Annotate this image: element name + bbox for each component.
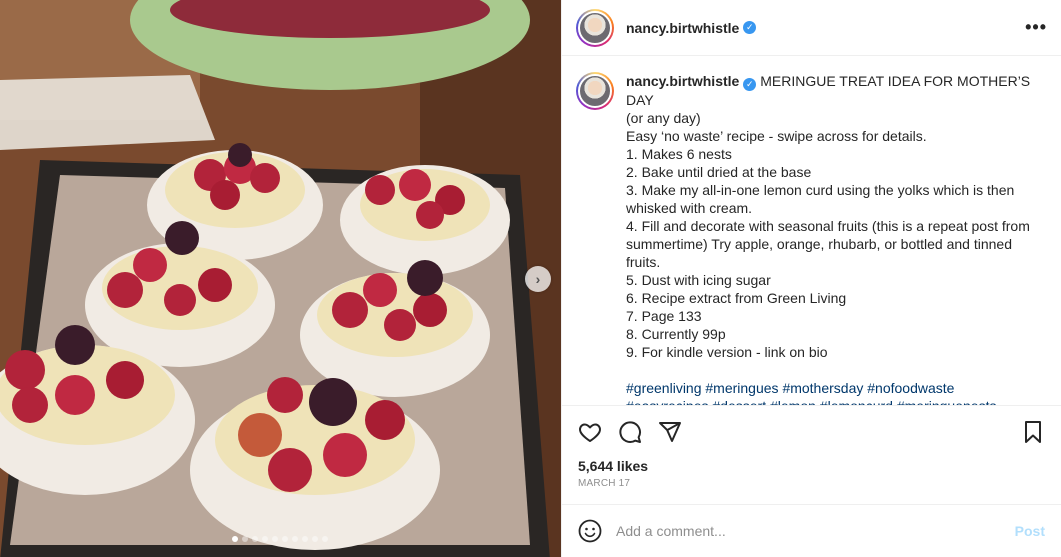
caption-line: 8. Currently 99p — [626, 326, 726, 342]
avatar-image — [578, 10, 612, 45]
hashtags: #greenliving #meringues #mothersday #nof… — [626, 379, 1047, 405]
carousel-dot — [272, 536, 278, 542]
bookmark-icon[interactable] — [1021, 420, 1045, 444]
more-options-icon[interactable]: ••• — [1025, 17, 1047, 38]
caption-line: 1. Makes 6 nests — [626, 146, 732, 162]
caption-author-avatar[interactable] — [576, 72, 614, 110]
heart-icon[interactable] — [578, 420, 602, 444]
hashtag-link[interactable]: #meringues — [705, 380, 778, 396]
carousel-dot — [322, 536, 328, 542]
comment-icon[interactable] — [618, 420, 642, 444]
hashtag-link[interactable]: #dessert — [712, 398, 766, 405]
hashtag-link[interactable]: #nofoodwaste — [867, 380, 954, 396]
comment-bar: Post — [562, 504, 1061, 557]
share-icon[interactable] — [658, 420, 682, 444]
comment-input[interactable] — [616, 523, 1015, 539]
caption-section: nancy.birtwhistle ✓ MERINGUE TREAT IDEA F… — [562, 56, 1061, 406]
emoji-icon[interactable] — [578, 519, 602, 543]
carousel-dot — [312, 536, 318, 542]
post-actions — [562, 406, 1061, 458]
caption-line: whisked with cream. — [626, 200, 753, 216]
hashtag-link[interactable]: #mothersday — [782, 380, 863, 396]
post-date[interactable]: MARCH 17 — [562, 474, 1061, 489]
caption-line: 3. Make my all-in-one lemon curd using t… — [626, 182, 1015, 198]
author-avatar[interactable] — [576, 8, 614, 47]
caption-line: 2. Bake until dried at the base — [626, 164, 812, 180]
hashtag-line: #easyrecipes #dessert #lemon #lemoncurd … — [626, 397, 1047, 405]
caption-line: 4. Fill and decorate with seasonal fruit… — [626, 218, 1030, 234]
caption-line: (or any day) — [626, 110, 701, 126]
meringue-nests-photo — [0, 0, 561, 557]
caption-line: 7. Page 133 — [626, 308, 702, 324]
post-image[interactable]: › — [0, 0, 561, 557]
carousel-indicator — [232, 536, 328, 542]
carousel-dot — [252, 536, 258, 542]
carousel-dot — [262, 536, 268, 542]
hashtag-line: #greenliving #meringues #mothersday #nof… — [626, 379, 1047, 397]
caption-line: fruits. — [626, 254, 661, 270]
nest-2 — [340, 165, 510, 275]
carousel-dot — [292, 536, 298, 542]
post-comment-button[interactable]: Post — [1015, 523, 1045, 539]
hashtag-link[interactable]: #easyrecipes — [626, 398, 709, 405]
hashtag-link[interactable]: #meringuenests — [897, 398, 997, 405]
hashtag-link[interactable]: #lemon — [770, 398, 816, 405]
likes-count[interactable]: 5,644 likes — [562, 458, 1061, 474]
carousel-dot — [302, 536, 308, 542]
carousel-next-button[interactable]: › — [525, 266, 551, 292]
caption-first-line: nancy.birtwhistle ✓ MERINGUE TREAT IDEA F… — [626, 72, 1047, 109]
caption-line: 6. Recipe extract from Green Living — [626, 290, 847, 306]
caption-line: 9. For kindle version - link on bio — [626, 344, 828, 360]
caption-line: summertime) Try apple, orange, rhubarb, … — [626, 236, 1012, 252]
carousel-dot — [242, 536, 248, 542]
caption-username[interactable]: nancy.birtwhistle — [626, 73, 739, 89]
post-header: nancy.birtwhistle ✓ ••• — [562, 0, 1061, 56]
carousel-dot — [282, 536, 288, 542]
caption-line: 5. Dust with icing sugar — [626, 272, 771, 288]
post-details-panel: nancy.birtwhistle ✓ ••• nancy.birtwhistl… — [561, 0, 1061, 557]
carousel-dot — [232, 536, 238, 542]
chevron-right-icon: › — [535, 271, 541, 287]
caption-line: Easy ‘no waste’ recipe - swipe across fo… — [626, 128, 927, 144]
caption-text: nancy.birtwhistle ✓ MERINGUE TREAT IDEA F… — [626, 72, 1047, 405]
hashtag-link[interactable]: #greenliving — [626, 380, 702, 396]
verified-badge-icon: ✓ — [743, 78, 757, 91]
avatar-image — [578, 74, 612, 108]
author-username[interactable]: nancy.birtwhistle — [626, 20, 739, 36]
verified-badge-icon: ✓ — [743, 21, 757, 34]
hashtag-link[interactable]: #lemoncurd — [820, 398, 893, 405]
